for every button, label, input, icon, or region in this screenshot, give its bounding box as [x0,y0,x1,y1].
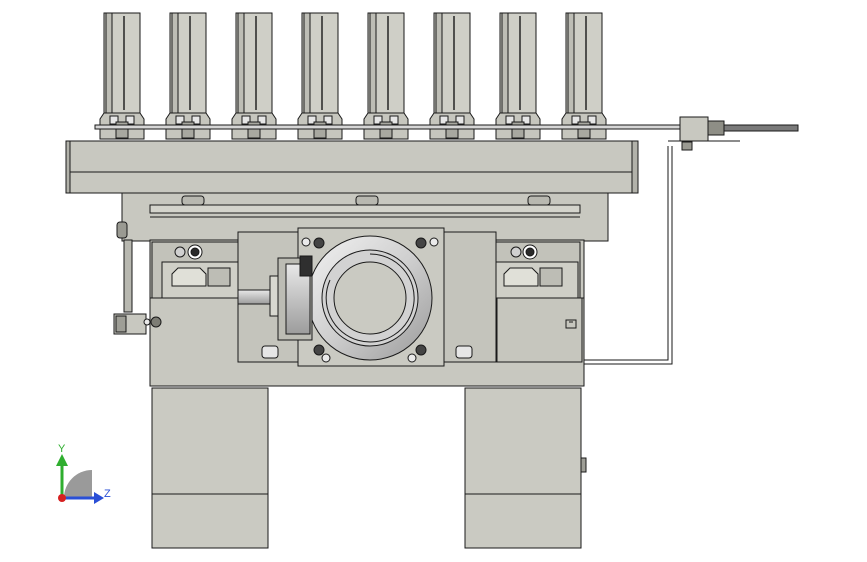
gripper-finger [231,12,277,140]
cad-viewport[interactable]: Y Z [0,0,867,562]
gripper-finger [99,12,145,140]
foot-left [151,387,269,549]
gripper-finger [165,12,211,140]
gripper-finger [363,12,409,140]
x-axis-dot [58,494,66,502]
y-axis-label: Y [58,443,66,455]
z-axis-arrowhead [94,492,104,504]
gripper-finger-row [99,12,607,140]
coordinate-triad-icon: Y Z [56,443,111,504]
gripper-finger [561,12,607,140]
gripper-finger [429,12,475,140]
assembly-drawing [65,12,799,549]
gripper-finger [297,12,343,140]
y-axis-arrowhead [56,454,68,466]
guide-rod [94,124,686,130]
foot-right [464,387,587,549]
top-plate [65,140,639,194]
z-axis-label: Z [104,488,111,500]
gripper-finger [495,12,541,140]
